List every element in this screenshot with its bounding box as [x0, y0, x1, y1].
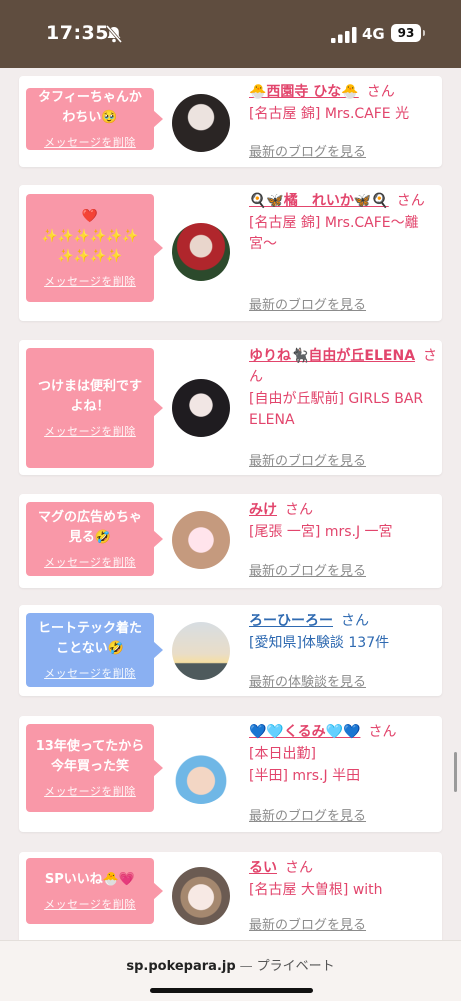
honorific-label: さん: [285, 502, 313, 518]
shop-info: [名古屋 錦] Mrs.CAFE〜離宮〜: [249, 215, 419, 252]
message-bubble: SPいいね🐣💗 メッセージを削除: [26, 858, 163, 924]
message-text: マグの広告めちゃ 見る🤣: [37, 510, 142, 545]
profile-name-link[interactable]: るい: [249, 860, 277, 876]
delete-message-link[interactable]: メッセージを削除: [44, 896, 136, 912]
message-card: タフィーちゃんか わちい🥹 メッセージを削除 🐣西園寺 ひな🐣 さん [名古屋 錦…: [19, 76, 442, 167]
delete-message-link[interactable]: メッセージを削除: [44, 783, 136, 799]
message-text: 13年使ってたから 今年買った笑: [35, 739, 145, 774]
shop-info: [名古屋 大曽根] with: [249, 882, 383, 898]
message-card: 13年使ってたから 今年買った笑 メッセージを削除 💙🩵くるみ🩵💙 さん [本日出…: [19, 716, 442, 832]
shop-info: [名古屋 錦] Mrs.CAFE 光: [249, 106, 410, 122]
avatar[interactable]: [172, 867, 230, 925]
profile-name-link[interactable]: 💙🩵くるみ🩵💙: [249, 724, 360, 740]
profile-name-link[interactable]: ゆりね🐈‍⬛自由が丘ELENA: [249, 348, 415, 364]
profile-name-link[interactable]: 🍳🦋橘 れいか🦋🍳: [249, 193, 389, 209]
message-card: つけまは便利です よね！ メッセージを削除 ゆりね🐈‍⬛自由が丘ELENA さん …: [19, 340, 442, 475]
message-bubble: マグの広告めちゃ 見る🤣 メッセージを削除: [26, 502, 163, 576]
shop-info: [半田] mrs.J 半田: [249, 768, 361, 784]
avatar[interactable]: [172, 94, 230, 152]
browser-address-bar[interactable]: sp.pokepara.jp — プライベート: [0, 940, 461, 1001]
message-card: ヒートテック着た ことない🤣 メッセージを削除 ろーひーろー さん [愛知県]体験…: [19, 605, 442, 696]
message-bubble: ヒートテック着た ことない🤣 メッセージを削除: [26, 613, 163, 687]
scrollbar[interactable]: [454, 752, 457, 792]
profile-name-link[interactable]: みけ: [249, 502, 277, 518]
latest-blog-link[interactable]: 最新のブログを見る: [249, 294, 366, 313]
message-text: つけまは便利です よね！: [37, 379, 142, 414]
message-text: SPいいね🐣💗: [44, 872, 136, 887]
avatar[interactable]: [172, 622, 230, 680]
delete-message-link[interactable]: メッセージを削除: [44, 665, 136, 681]
home-indicator[interactable]: [150, 988, 313, 993]
delete-message-link[interactable]: メッセージを削除: [44, 273, 136, 289]
url-separator: —: [239, 959, 253, 974]
delete-message-link[interactable]: メッセージを削除: [44, 554, 136, 570]
honorific-label: さん: [396, 193, 425, 209]
status-bar: 17:35 4G 93: [0, 0, 461, 68]
honorific-label: さん: [366, 84, 395, 100]
url-host: sp.pokepara.jp: [126, 959, 236, 974]
delete-message-link[interactable]: メッセージを削除: [44, 134, 136, 150]
honorific-label: さん: [285, 860, 313, 876]
message-bubble: タフィーちゃんか わちい🥹 メッセージを削除: [26, 88, 163, 150]
latest-blog-link[interactable]: 最新のブログを見る: [249, 914, 366, 933]
message-card: マグの広告めちゃ 見る🤣 メッセージを削除 みけ さん [尾張 一宮] mrs.J…: [19, 494, 442, 588]
latest-review-link[interactable]: 最新の体験談を見る: [249, 671, 366, 690]
delete-message-link[interactable]: メッセージを削除: [44, 423, 136, 439]
latest-blog-link[interactable]: 最新のブログを見る: [249, 560, 366, 579]
attendance-info: [本日出勤]: [249, 746, 316, 762]
avatar[interactable]: [172, 511, 230, 569]
private-mode-label: プライベート: [256, 959, 335, 974]
latest-blog-link[interactable]: 最新のブログを見る: [249, 805, 366, 824]
profile-name-link[interactable]: 🐣西園寺 ひな🐣: [249, 84, 359, 100]
cellular-signal-icon: [331, 27, 357, 43]
message-card: ❤️ ✨✨✨✨✨✨ ✨✨✨✨ メッセージを削除 🍳🦋橘 れいか🦋🍳 さん [名古屋…: [19, 185, 442, 321]
message-card: SPいいね🐣💗 メッセージを削除 るい さん [名古屋 大曽根] with 最新の…: [19, 852, 442, 944]
message-text: ❤️ ✨✨✨✨✨✨ ✨✨✨✨: [41, 209, 139, 264]
shop-info: [尾張 一宮] mrs.J 一宮: [249, 524, 393, 540]
latest-blog-link[interactable]: 最新のブログを見る: [249, 141, 366, 160]
avatar[interactable]: [172, 379, 230, 437]
battery-icon: 93: [391, 24, 425, 42]
message-text: ヒートテック着た ことない🤣: [37, 621, 142, 656]
status-time: 17:35: [46, 22, 109, 44]
bell-slash-icon: [105, 25, 123, 43]
avatar[interactable]: [172, 746, 230, 804]
review-info: [愛知県]体験談 137件: [249, 635, 390, 651]
avatar[interactable]: [172, 223, 230, 281]
honorific-label: さん: [341, 613, 369, 629]
message-bubble: 13年使ってたから 今年買った笑 メッセージを削除: [26, 724, 163, 812]
honorific-label: さん: [368, 724, 397, 740]
network-type: 4G: [362, 25, 385, 43]
message-text: タフィーちゃんか わちい🥹: [38, 90, 142, 125]
shop-info: [自由が丘駅前] GIRLS BAR ELENA: [249, 391, 424, 428]
message-bubble: つけまは便利です よね！ メッセージを削除: [26, 348, 163, 468]
profile-name-link[interactable]: ろーひーろー: [249, 613, 333, 629]
message-bubble: ❤️ ✨✨✨✨✨✨ ✨✨✨✨ メッセージを削除: [26, 194, 163, 302]
latest-blog-link[interactable]: 最新のブログを見る: [249, 450, 366, 469]
